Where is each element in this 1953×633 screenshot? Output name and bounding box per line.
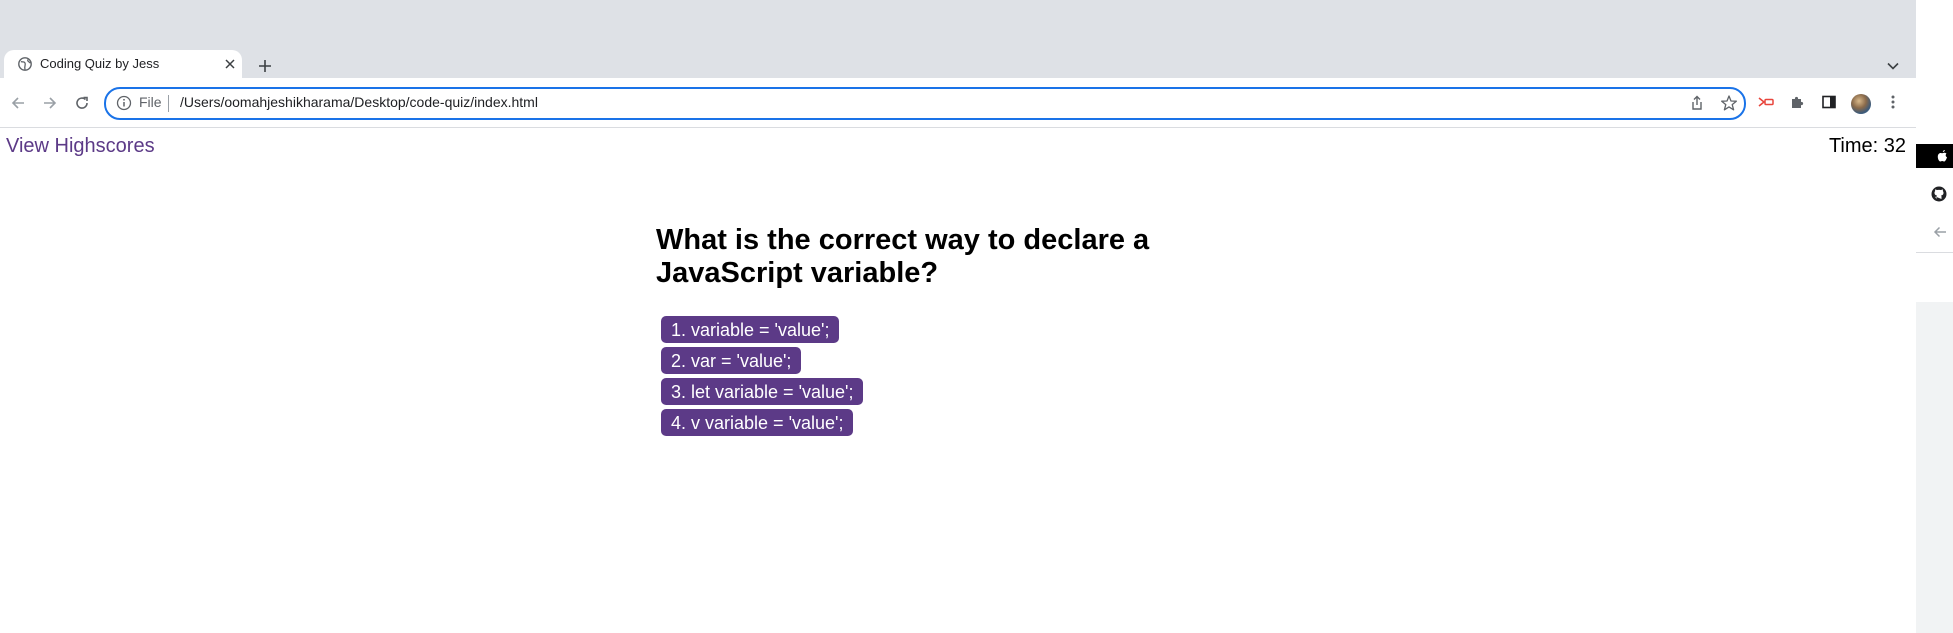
extension-icon[interactable] <box>1755 91 1777 113</box>
info-icon[interactable] <box>116 95 132 111</box>
url-text[interactable]: /Users/oomahjeshikharama/Desktop/code-qu… <box>180 94 538 110</box>
github-icon[interactable] <box>1916 182 1953 206</box>
back-arrow-icon[interactable] <box>1916 220 1953 244</box>
tab-title: Coding Quiz by Jess <box>40 56 160 71</box>
star-icon[interactable] <box>1720 94 1738 112</box>
more-icon[interactable] <box>1882 91 1904 113</box>
divider <box>1916 252 1953 253</box>
plus-icon[interactable] <box>254 55 276 77</box>
browser-toolbar: File /Users/oomahjeshikharama/Desktop/co… <box>0 78 1916 128</box>
side-panel-icon[interactable] <box>1818 91 1840 113</box>
tab-strip: Coding Quiz by Jess <box>0 0 1916 78</box>
url-scheme-label: File <box>139 94 162 110</box>
timer: Time: 32 <box>1828 135 1906 157</box>
answer-button-4[interactable]: 4. v variable = 'value'; <box>661 409 854 436</box>
globe-icon <box>18 57 32 71</box>
chevron-down-icon[interactable] <box>1882 55 1904 77</box>
back-arrow-icon[interactable] <box>6 91 30 115</box>
close-icon[interactable] <box>220 54 240 74</box>
address-bar[interactable]: File /Users/oomahjeshikharama/Desktop/co… <box>104 87 1746 120</box>
share-icon[interactable] <box>1688 94 1706 112</box>
puzzle-icon[interactable] <box>1786 91 1808 113</box>
side-strip-bottom <box>1916 302 1953 633</box>
answer-list: 1. variable = 'value'; 2. var = 'value';… <box>661 316 864 440</box>
reload-icon[interactable] <box>70 91 94 115</box>
avatar[interactable] <box>1851 94 1871 114</box>
answer-button-2[interactable]: 2. var = 'value'; <box>661 347 802 374</box>
answer-button-3[interactable]: 3. let variable = 'value'; <box>661 378 864 405</box>
divider <box>168 95 169 112</box>
page-content: View Highscores Time: 32 What is the cor… <box>0 128 1916 633</box>
forward-arrow-icon[interactable] <box>38 91 62 115</box>
question-title: What is the correct way to declare a Jav… <box>656 224 1150 289</box>
side-strip <box>1916 0 1953 633</box>
answer-button-1[interactable]: 1. variable = 'value'; <box>661 316 840 343</box>
apple-icon[interactable] <box>1916 144 1953 168</box>
browser-tab[interactable]: Coding Quiz by Jess <box>4 50 242 78</box>
view-highscores-link[interactable]: View Highscores <box>6 135 155 158</box>
side-strip-top <box>1916 0 1953 140</box>
